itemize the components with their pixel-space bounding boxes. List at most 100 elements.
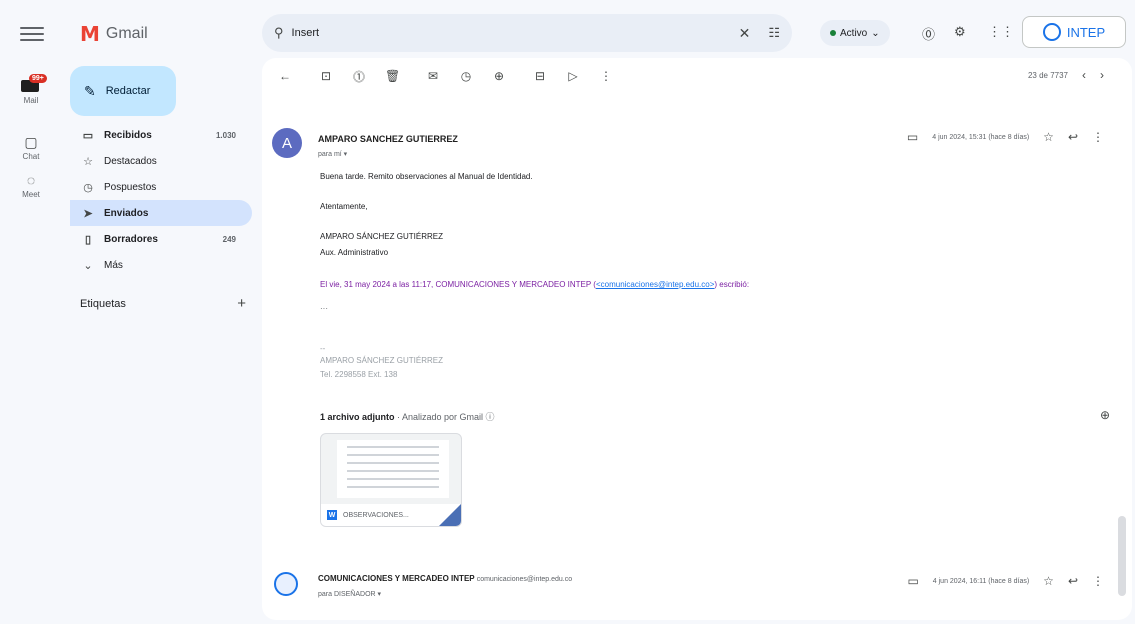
rail-chat[interactable]: ▢ Chat <box>0 134 62 161</box>
message-toolbar: ← ⊡ ⓵ 🗑 ✉ ◷ ⊕ ⊟ ▷ ⋮ <box>262 58 1132 94</box>
attachment-filename: OBSERVACIONES... <box>343 511 409 519</box>
quote-email-link[interactable]: <comunicaciones@intep.edu.co> <box>596 280 714 289</box>
star-icon[interactable]: ☆ <box>1043 130 1054 144</box>
nav-count: 249 <box>222 234 236 244</box>
prev-icon[interactable]: ‹ <box>1082 68 1086 82</box>
star-icon: ☆ <box>83 155 93 168</box>
attachment-icon: ▭ <box>907 574 919 588</box>
compose-button[interactable]: ✎ Redactar <box>70 66 176 116</box>
message-view: ← ⊡ ⓵ 🗑 ✉ ◷ ⊕ ⊟ ▷ ⋮ 23 de 7737 ‹ › A AMP… <box>262 58 1132 620</box>
document-preview <box>337 440 449 498</box>
status-dot <box>830 30 836 36</box>
star-icon[interactable]: ☆ <box>1043 574 1054 588</box>
search-input[interactable] <box>291 27 731 39</box>
signature-phone: Tel. 2298558 Ext. 138 <box>320 370 398 379</box>
recipient-line[interactable]: para mí ▾ <box>318 150 347 158</box>
nav-item-snoozed[interactable]: ◷ Pospuestos <box>70 174 252 200</box>
status-selector[interactable]: Activo ⌄ <box>820 20 890 46</box>
label-icon[interactable]: ▷ <box>566 69 580 83</box>
body-greeting: Buena tarde. Remito observaciones al Man… <box>320 172 533 181</box>
search-icon[interactable]: ⚲ <box>274 25 284 41</box>
more-vert-icon[interactable]: ⋮ <box>1092 574 1104 588</box>
more-vert-icon[interactable]: ⋮ <box>1092 130 1104 144</box>
back-icon[interactable]: ← <box>278 69 292 83</box>
nav-item-sent[interactable]: ➤ Enviados <box>70 200 252 226</box>
attachment-header: 1 archivo adjunto · Analizado por Gmail … <box>320 410 495 423</box>
rail-meet[interactable]: ◌ Meet <box>0 172 62 199</box>
sender-name[interactable]: COMUNICACIONES Y MERCADEO INTEP comunica… <box>318 574 572 583</box>
help-icon[interactable]: ⓪ <box>922 24 935 43</box>
snooze-icon[interactable]: ◷ <box>459 69 473 83</box>
quoted-header: El vie, 31 may 2024 a las 11:17, COMUNIC… <box>320 280 749 289</box>
signature-name: AMPARO SÁNCHEZ GUTIÉRREZ <box>320 356 443 365</box>
nav-item-drafts[interactable]: ▯ Borradores 249 <box>70 226 252 252</box>
pencil-icon: ✎ <box>84 82 96 99</box>
quote-suffix: ) escribió: <box>714 280 750 289</box>
reply-icon[interactable]: ↩ <box>1068 574 1078 588</box>
quote-prefix: El vie, 31 may 2024 a las 11:17, COMUNIC… <box>320 280 596 289</box>
chevron-down-icon: ⌄ <box>83 259 93 272</box>
next-icon[interactable]: › <box>1100 68 1104 82</box>
gmail-logo[interactable]: M Gmail <box>80 22 148 46</box>
sender2-name: COMUNICACIONES Y MERCADEO INTEP <box>318 574 475 583</box>
avatar[interactable] <box>274 572 298 596</box>
body-role: Aux. Administrativo <box>320 248 389 257</box>
search-bar: ⚲ ✕ ☷ <box>262 14 792 52</box>
status-label: Activo <box>840 27 868 39</box>
meet-icon: ◌ <box>26 172 36 188</box>
rail-chat-label: Chat <box>22 152 40 161</box>
inbox-icon: ▭ <box>82 129 94 142</box>
move-to-icon[interactable]: ⊟ <box>533 69 547 83</box>
clear-search-icon[interactable]: ✕ <box>739 25 751 42</box>
labels-title: Etiquetas <box>80 298 126 310</box>
apps-icon[interactable]: ⋮⋮ <box>988 24 1014 40</box>
rail-meet-label: Meet <box>22 190 40 199</box>
labels-section: Etiquetas + <box>80 296 246 311</box>
nav-item-starred[interactable]: ☆ Destacados <box>70 148 252 174</box>
word-doc-icon: W <box>327 510 337 520</box>
attachment-icon: ▭ <box>906 130 919 144</box>
app-rail: 99+ Mail ▢ Chat ◌ Meet <box>0 0 62 624</box>
scrollbar[interactable] <box>1118 516 1126 596</box>
scan-status: · Analizado por Gmail ⓘ <box>394 412 495 422</box>
recipient-line[interactable]: para DISEÑADOR ▾ <box>318 590 381 598</box>
compose-label: Redactar <box>105 85 151 97</box>
nav-label: Recibidos <box>104 129 152 141</box>
nav-item-inbox[interactable]: ▭ Recibidos 1.030 <box>70 122 252 148</box>
app-name: Gmail <box>105 25 148 42</box>
main-menu-button[interactable] <box>20 22 44 46</box>
folder-nav: ▭ Recibidos 1.030 ☆ Destacados ◷ Pospues… <box>70 122 252 278</box>
nav-item-more[interactable]: ⌄ Más <box>70 252 252 278</box>
attachment-card[interactable]: W OBSERVACIONES... <box>320 433 462 527</box>
rail-mail[interactable]: 99+ Mail <box>0 74 62 105</box>
show-trimmed-button[interactable]: ··· <box>320 304 328 313</box>
nav-label: Pospuestos <box>104 181 157 193</box>
mark-unread-icon[interactable]: ✉ <box>426 69 440 83</box>
search-options-icon[interactable]: ☷ <box>768 25 780 41</box>
delete-icon[interactable]: 🗑 <box>385 69 400 83</box>
sender-name[interactable]: AMPARO SANCHEZ GUTIERREZ <box>318 134 458 144</box>
unread-badge: 99+ <box>29 74 47 83</box>
gmail-m-icon: M <box>80 22 100 46</box>
gear-icon[interactable]: ⚙ <box>954 24 966 40</box>
pager-text: 23 de 7737 <box>1027 70 1068 80</box>
reply-icon[interactable]: ↩ <box>1068 130 1078 144</box>
add-task-icon[interactable]: ⊕ <box>492 69 506 83</box>
pager: 23 de 7737 ‹ › <box>1028 68 1104 82</box>
body-closing: Atentamente, <box>320 202 368 211</box>
report-spam-icon[interactable]: ⓵ <box>352 68 366 85</box>
account-brand[interactable]: INTEP <box>1022 16 1126 48</box>
add-label-icon[interactable]: + <box>237 296 246 311</box>
chat-icon: ▢ <box>24 134 38 150</box>
nav-label: Enviados <box>104 207 149 219</box>
add-to-drive-icon[interactable]: ⊕ <box>1100 408 1110 422</box>
nav-label: Borradores <box>104 233 158 245</box>
brand-text: INTEP <box>1066 24 1106 40</box>
avatar[interactable]: A <box>272 128 302 158</box>
draft-icon: ▯ <box>84 233 92 246</box>
archive-icon[interactable]: ⊡ <box>319 69 333 83</box>
rail-mail-label: Mail <box>23 96 39 105</box>
more-options-icon[interactable]: ⋮ <box>599 69 613 83</box>
message-date: 4 jun 2024, 16:11 (hace 8 días) <box>932 577 1030 585</box>
attachment-count: 1 archivo adjunto <box>320 412 395 422</box>
